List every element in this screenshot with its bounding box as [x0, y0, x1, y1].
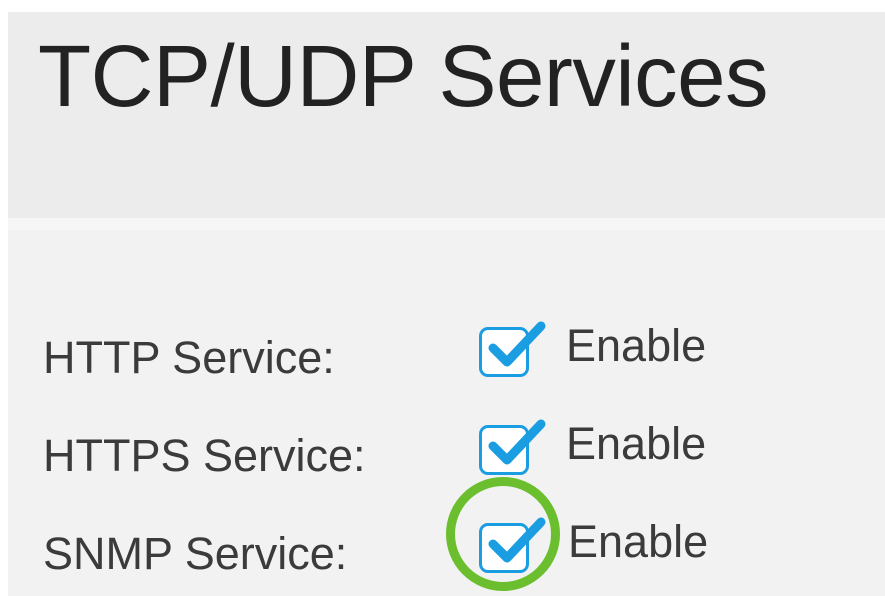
http-service-label: HTTP Service: — [43, 332, 335, 383]
page-header: TCP/UDP Services — [8, 12, 885, 218]
http-enable-checkbox[interactable] — [479, 321, 546, 377]
snmp-enable-label[interactable]: Enable — [568, 516, 708, 568]
service-row-snmp: SNMP Service: Enable — [8, 516, 885, 596]
snmp-enable-checkbox[interactable] — [479, 517, 546, 573]
checkmark-icon — [488, 517, 546, 563]
header-divider — [8, 218, 885, 230]
http-enable-label[interactable]: Enable — [566, 320, 706, 372]
service-row-https: HTTPS Service: Enable — [8, 418, 885, 498]
checkmark-icon — [488, 419, 546, 465]
checkmark-icon — [488, 321, 546, 367]
page-title: TCP/UDP Services — [38, 28, 769, 125]
https-enable-label[interactable]: Enable — [566, 418, 706, 470]
https-enable-checkbox[interactable] — [479, 419, 546, 475]
service-row-http: HTTP Service: Enable — [8, 320, 885, 400]
https-service-label: HTTPS Service: — [43, 430, 366, 481]
services-panel: TCP/UDP Services HTTP Service: Enable HT… — [8, 12, 885, 596]
snmp-service-label: SNMP Service: — [43, 528, 348, 579]
